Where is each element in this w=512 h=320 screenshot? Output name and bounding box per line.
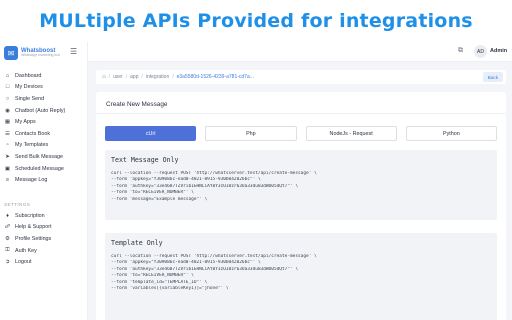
tab-php[interactable]: Php — [205, 126, 297, 141]
create-message-card: Create New Message cUrl Php NodeJs - Req… — [96, 92, 506, 320]
sidebar-item-logout[interactable]: ➲ Logout — [0, 256, 88, 268]
brand-tagline: WhatsApp marketing tool — [21, 53, 61, 58]
breadcrumb-separator: / — [172, 74, 174, 80]
tab-curl[interactable]: cUrl — [105, 126, 197, 141]
breadcrumb-separator: / — [125, 74, 128, 80]
sidebar: ✉ Whatsboost WhatsApp marketing tool ☰ ⌂… — [0, 42, 88, 320]
sidebar-item-contacts-book[interactable]: ☰ Contacts Book — [0, 128, 88, 140]
sidebar-item-label: Send Bulk Message — [15, 153, 63, 160]
sidebar-item-label: Profile Settings — [15, 235, 52, 242]
sidebar-item-profile-settings[interactable]: ⚙ Profile Settings — [0, 233, 88, 245]
sidebar-item-chatbot[interactable]: ◉ Chatbot (Auto Reply) — [0, 105, 88, 117]
sidebar-item-help[interactable]: ☍ Help & Support — [0, 222, 88, 234]
divider — [96, 113, 506, 114]
breadcrumb: ⌂ / user / app / integration / e3a5580d-… — [96, 70, 506, 84]
sidebar-item-label: My Apps — [15, 119, 36, 126]
card-title: Create New Message — [106, 101, 168, 108]
message-icon: ○ — [5, 95, 10, 102]
sidebar-item-label: Subscription — [15, 212, 45, 219]
phone-icon: □ — [5, 84, 10, 91]
code-lines: curl --location --request POST 'http://w… — [111, 254, 493, 292]
sidebar-item-message-log[interactable]: ≡ Message Log — [0, 174, 88, 186]
sidebar-item-label: Single Send — [15, 95, 45, 102]
profile-icon: ⚙ — [5, 235, 10, 242]
language-tabs: cUrl Php NodeJs - Request Python — [105, 126, 497, 141]
sidebar-item-dashboard[interactable]: ⌂ Dashboard — [0, 70, 88, 82]
sidebar-item-label: Auth Key — [15, 247, 37, 254]
breadcrumb-separator: / — [141, 74, 143, 80]
brand-logo-icon: ✉ — [4, 46, 18, 60]
tab-nodejs-request[interactable]: NodeJs - Request — [305, 126, 397, 141]
sidebar-item-label: Chatbot (Auto Reply) — [15, 107, 66, 114]
breadcrumb-item[interactable]: integration — [146, 74, 169, 80]
sidebar-item-my-devices[interactable]: □ My Devices — [0, 82, 88, 94]
sidebar-item-label: Scheduled Message — [15, 165, 64, 172]
sidebar-item-label: Contacts Book — [15, 130, 51, 137]
code-block-title: Template Only — [111, 239, 163, 247]
user-name[interactable]: Admin — [490, 48, 507, 54]
app-window: ✉ Whatsboost WhatsApp marketing tool ☰ ⌂… — [0, 42, 512, 320]
code-block-text-message[interactable]: Text Message Only curl --location --requ… — [105, 150, 497, 220]
topbar: ⧉ AD Admin — [88, 42, 512, 62]
home-icon: ⌂ — [5, 72, 10, 79]
template-icon: ▫ — [6, 142, 9, 149]
sidebar-item-subscription[interactable]: ♦ Subscription — [0, 210, 88, 222]
code-block-template[interactable]: Template Only curl --location --request … — [105, 233, 497, 320]
subscription-icon: ♦ — [6, 212, 9, 219]
contacts-icon: ☰ — [5, 130, 10, 137]
breadcrumb-separator: / — [108, 74, 111, 80]
copy-icon[interactable]: ⧉ — [458, 47, 463, 55]
sidebar-item-auth-key[interactable]: ⚿ Auth Key — [0, 245, 88, 257]
breadcrumb-item[interactable]: app — [130, 74, 138, 80]
sidebar-item-send-bulk[interactable]: ➤ Send Bulk Message — [0, 151, 88, 163]
code-lines: curl --location --request POST 'http://w… — [111, 171, 493, 203]
home-icon[interactable]: ⌂ — [102, 74, 106, 80]
sidebar-nav: ⌂ Dashboard □ My Devices ○ Single Send ◉… — [0, 70, 88, 268]
breadcrumb-current: e3a5580d-1526-4239-a781-cd7a... — [176, 74, 254, 80]
sidebar-item-my-apps[interactable]: ▦ My Apps — [0, 116, 88, 128]
sidebar-item-label: Help & Support — [15, 224, 52, 231]
sidebar-item-label: My Devices — [15, 84, 43, 91]
sidebar-item-scheduled[interactable]: ▣ Scheduled Message — [0, 163, 88, 175]
chatbot-icon: ◉ — [5, 107, 10, 114]
promo-headline: MULtiple APIs Provided for integrations — [39, 10, 473, 32]
code-line: --form 'variables[{variableKey1}]="jhone… — [111, 286, 229, 292]
key-icon: ⚿ — [5, 247, 10, 254]
log-icon: ≡ — [5, 177, 10, 184]
send-icon: ➤ — [5, 153, 10, 160]
sidebar-item-label: Message Log — [15, 177, 48, 184]
tab-python[interactable]: Python — [405, 126, 497, 141]
sidebar-item-single-send[interactable]: ○ Single Send — [0, 93, 88, 105]
sidebar-item-label: Dashboard — [15, 72, 42, 79]
sidebar-item-label: My Templates — [15, 142, 49, 149]
calendar-icon: ▣ — [4, 165, 11, 172]
sidebar-item-label: Logout — [15, 259, 32, 266]
apps-icon: ▦ — [4, 119, 11, 126]
code-line: --form 'message="Example message"' \ — [111, 196, 208, 202]
back-button[interactable]: Back — [482, 72, 503, 82]
breadcrumb-item[interactable]: user — [113, 74, 123, 80]
logout-icon: ➲ — [5, 259, 10, 266]
code-block-title: Text Message Only — [111, 156, 179, 164]
avatar[interactable]: AD — [474, 45, 487, 58]
menu-toggle-icon[interactable]: ☰ — [70, 47, 77, 56]
sidebar-item-my-templates[interactable]: ▫ My Templates — [0, 140, 88, 152]
help-icon: ☍ — [4, 224, 11, 231]
